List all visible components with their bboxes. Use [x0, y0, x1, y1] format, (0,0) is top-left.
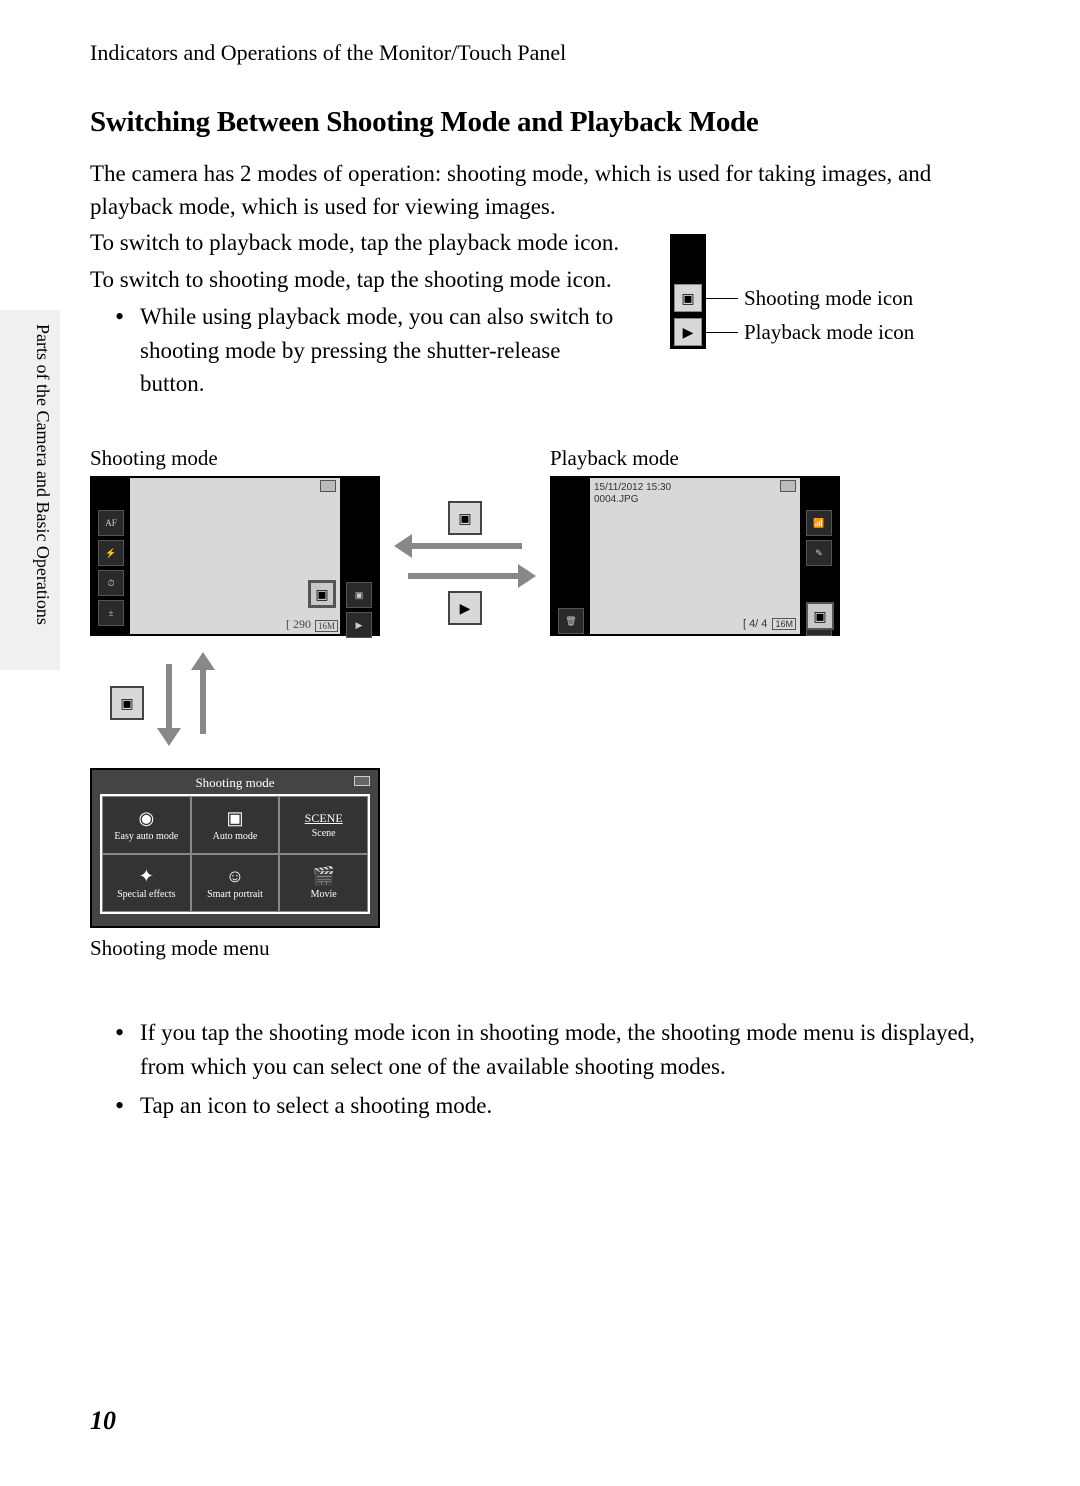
- auto-mode-icon: ▣: [226, 809, 243, 827]
- menu-auto-mode[interactable]: ▣ Auto mode: [191, 796, 280, 854]
- camera-icon: ▣: [681, 291, 694, 305]
- instruction-playback: To switch to playback mode, tap the play…: [90, 226, 630, 259]
- playback-icon-label: Playback mode icon: [744, 320, 914, 345]
- menu-screen-label: Shooting mode menu: [90, 936, 270, 961]
- leader-line: [702, 298, 738, 299]
- bottom-indicators: [ 290 16M: [130, 608, 340, 632]
- scene-icon: SCENE: [305, 812, 343, 824]
- shooting-icon-highlighted[interactable]: ▣: [308, 580, 336, 608]
- leader-line: [702, 332, 738, 333]
- shooting-icon-label: Shooting mode icon: [744, 286, 913, 311]
- playback-icon: ▶: [683, 325, 694, 339]
- easy-auto-icon: ◉: [138, 809, 154, 827]
- menu-title: Shooting mode: [92, 770, 378, 794]
- icon-callout-figure: ▣ ▶ Shooting mode icon Playback mode ico…: [670, 234, 980, 354]
- battery-icon: [780, 480, 796, 492]
- screen-left-bar: 🗑: [552, 478, 590, 634]
- menu-scene[interactable]: SCENE Scene: [279, 796, 368, 854]
- screen-right-bar: ▣ ▶: [340, 478, 378, 634]
- selftimer-off-icon[interactable]: ⏱: [98, 570, 124, 596]
- camera-icon: ▣: [315, 587, 328, 601]
- shooting-mode-menu-grid: ◉ Easy auto mode ▣ Auto mode SCENE Scene…: [100, 794, 370, 914]
- playback-screen-label: Playback mode: [550, 446, 679, 471]
- shooting-mode-icon[interactable]: ▣: [674, 284, 702, 312]
- remaining-shots: [ 290: [286, 617, 311, 632]
- intro-paragraph: The camera has 2 modes of operation: sho…: [90, 157, 980, 224]
- exposure-auto-icon[interactable]: ±: [98, 600, 124, 626]
- top-indicators: [590, 478, 800, 500]
- arrow-to-playback: [408, 573, 518, 579]
- shooting-mode-button[interactable]: ▣: [346, 582, 372, 608]
- menu-special-effects[interactable]: ✦ Special effects: [102, 854, 191, 912]
- bullet-tap-to-select: Tap an icon to select a shooting mode.: [115, 1089, 980, 1122]
- retouch-icon[interactable]: ✎: [806, 540, 832, 566]
- delete-icon[interactable]: 🗑: [558, 608, 584, 634]
- breadcrumb: Indicators and Operations of the Monitor…: [90, 40, 980, 66]
- shooting-mode-screen: AF ⚡ ⏱ ± ▣ ▶ [ 290 16M ▣: [90, 476, 380, 636]
- shooting-mode-menu-screen: Shooting mode ◉ Easy auto mode ▣ Auto mo…: [90, 768, 380, 928]
- smart-portrait-icon: ☺: [226, 867, 244, 885]
- flash-off-icon[interactable]: ⚡: [98, 540, 124, 566]
- camera-icon: ▣: [458, 511, 471, 525]
- shooting-screen-label: Shooting mode: [90, 446, 218, 471]
- wireless-off-icon[interactable]: 📶: [806, 510, 832, 536]
- menu-easy-auto-mode[interactable]: ◉ Easy auto mode: [102, 796, 191, 854]
- bullet-shutter-release: While using playback mode, you can also …: [115, 300, 630, 400]
- screen-left-bar: AF ⚡ ⏱ ±: [92, 478, 130, 634]
- playback-mode-button[interactable]: ▶: [346, 612, 372, 638]
- shooting-mid-icon: ▣: [448, 501, 482, 535]
- arrow-down: [166, 664, 172, 728]
- shooting-down-icon: ▣: [110, 686, 144, 720]
- movie-icon: 🎬: [312, 867, 334, 885]
- playback-mode-icon[interactable]: ▶: [674, 318, 702, 346]
- instruction-shooting: To switch to shooting mode, tap the shoo…: [90, 263, 630, 296]
- menu-smart-portrait[interactable]: ☺ Smart portrait: [191, 854, 280, 912]
- menu-movie[interactable]: 🎬 Movie: [279, 854, 368, 912]
- arrow-to-shooting: [412, 543, 522, 549]
- top-indicators: [130, 478, 340, 500]
- image-quality-icon: 16M: [772, 618, 796, 630]
- playback-icon: ▶: [460, 601, 471, 615]
- battery-icon: [354, 776, 370, 786]
- camera-icon: ▣: [813, 609, 826, 623]
- bullet-menu-displayed: If you tap the shooting mode icon in sho…: [115, 1016, 980, 1083]
- arrow-up: [200, 670, 206, 734]
- battery-icon: [320, 480, 336, 492]
- special-effects-icon: ✦: [139, 867, 154, 885]
- playback-mode-screen: 🗑 📶 ✎ ▣ 15/11/2012 15:30 0004.JPG: [550, 476, 840, 636]
- page-number: 10: [90, 1406, 116, 1436]
- playback-counter: [ 4/ 4 16M: [743, 618, 796, 630]
- camera-icon: ▣: [120, 696, 133, 710]
- image-quality-icon: 16M: [315, 620, 338, 632]
- af-mode-icon[interactable]: AF: [98, 510, 124, 536]
- mode-diagram: Shooting mode Playback mode AF ⚡ ⏱ ± ▣ ▶: [90, 446, 980, 986]
- playback-mid-icon: ▶: [448, 591, 482, 625]
- shooting-icon-highlighted[interactable]: ▣: [806, 602, 834, 630]
- section-heading: Switching Between Shooting Mode and Play…: [90, 106, 980, 139]
